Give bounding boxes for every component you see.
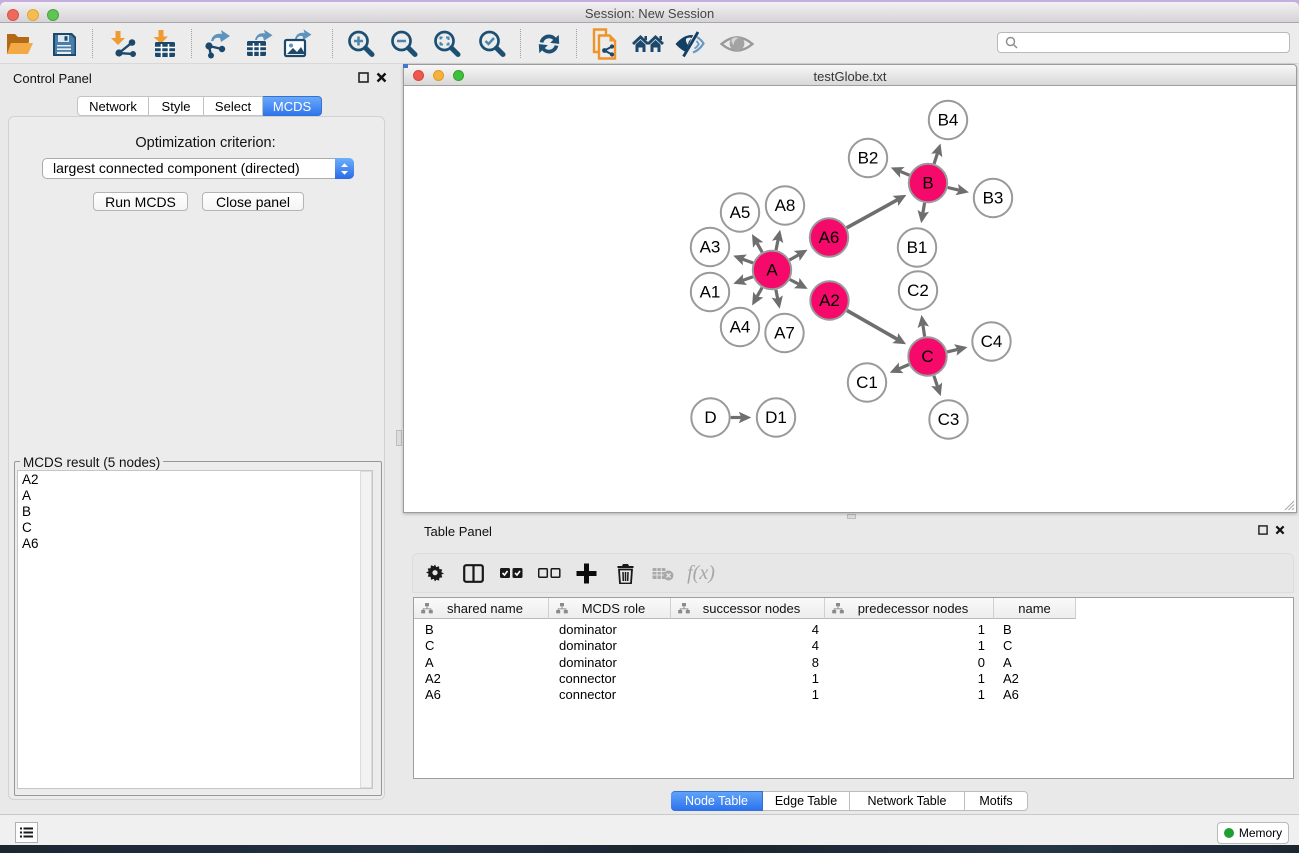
svg-text:B: B [922,174,933,193]
svg-text:B3: B3 [983,189,1004,208]
svg-text:C4: C4 [981,332,1003,351]
svg-text:A1: A1 [700,283,721,302]
svg-text:A8: A8 [775,196,796,215]
svg-text:B2: B2 [858,149,879,168]
svg-text:A3: A3 [700,238,721,257]
svg-text:A7: A7 [774,324,795,343]
svg-text:D1: D1 [765,408,787,427]
svg-text:C3: C3 [938,410,960,429]
svg-text:C1: C1 [856,373,878,392]
svg-text:A5: A5 [730,203,751,222]
svg-text:A2: A2 [819,291,840,310]
svg-text:A6: A6 [819,228,840,247]
svg-text:D: D [704,408,716,427]
svg-text:A: A [766,261,778,280]
svg-text:C: C [921,347,933,366]
svg-text:B4: B4 [938,111,959,130]
svg-text:C2: C2 [907,281,929,300]
svg-text:A4: A4 [730,318,751,337]
svg-text:B1: B1 [907,238,928,257]
